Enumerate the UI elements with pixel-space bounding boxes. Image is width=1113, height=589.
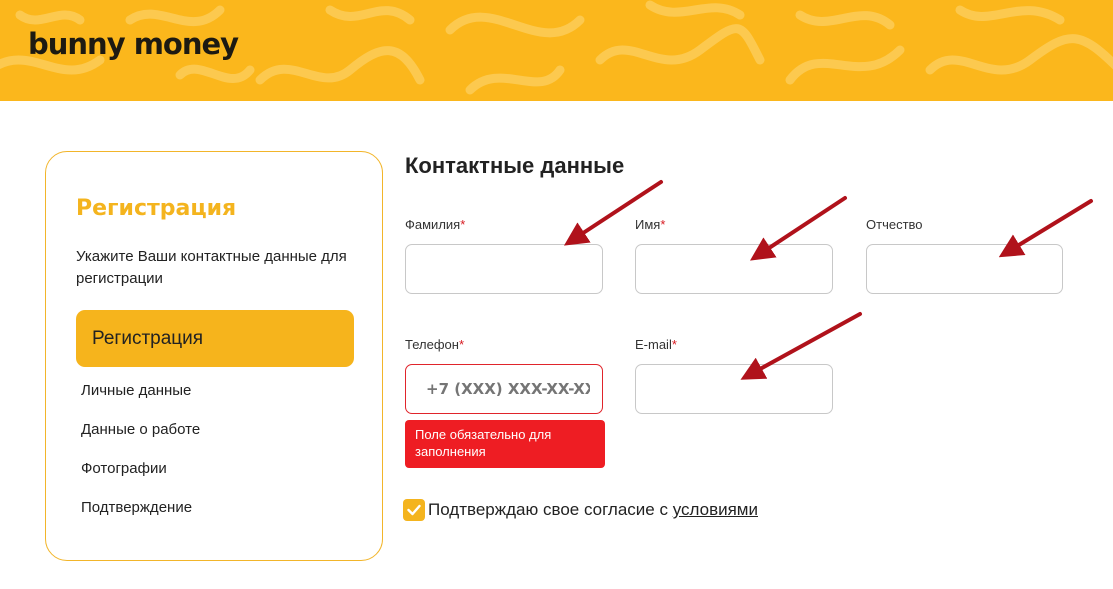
patronymic-label: Отчество [866,217,923,232]
last-name-label: Фамилия* [405,217,465,232]
first-name-input[interactable] [635,244,833,294]
email-label: E-mail* [635,337,677,352]
step-confirmation[interactable]: Подтверждение [81,499,192,516]
sidebar-title: Регистрация [76,196,237,221]
step-work-data[interactable]: Данные о работе [81,421,200,438]
email-input[interactable] [635,364,833,414]
last-name-label-text: Фамилия [405,217,461,232]
required-mark: * [460,217,466,232]
brand-logo[interactable]: bunny money [28,14,239,74]
first-name-label-text: Имя [635,217,661,232]
site-header: bunny money [0,0,1113,101]
step-photos[interactable]: Фотографии [81,460,167,477]
patronymic-label-text: Отчество [866,217,923,232]
consent-text: Подтверждаю свое согласие с условиями [428,500,758,520]
email-label-text: E-mail [635,337,672,352]
terms-link[interactable]: условиями [673,500,758,519]
checkmark-icon [407,504,421,516]
phone-label: Телефон* [405,337,464,352]
registration-steps-panel: Регистрация Укажите Ваши контактные данн… [45,151,383,561]
step-personal-data[interactable]: Личные данные [81,382,191,399]
consent-row: Подтверждаю свое согласие с условиями [403,498,758,522]
consent-label: Подтверждаю свое согласие с [428,500,673,519]
form-title: Контактные данные [405,153,625,178]
required-mark: * [660,217,666,232]
step-registration[interactable]: Регистрация [76,310,354,367]
required-mark: * [458,337,464,352]
phone-error-tooltip: Поле обязательно для заполнения [405,420,605,468]
phone-label-text: Телефон [405,337,459,352]
required-mark: * [671,337,677,352]
first-name-label: Имя* [635,217,665,232]
patronymic-input[interactable] [866,244,1063,294]
sidebar-description: Укажите Ваши контактные данные для регис… [76,248,347,287]
consent-checkbox[interactable] [403,499,425,521]
phone-input[interactable] [405,364,603,414]
last-name-input[interactable] [405,244,603,294]
